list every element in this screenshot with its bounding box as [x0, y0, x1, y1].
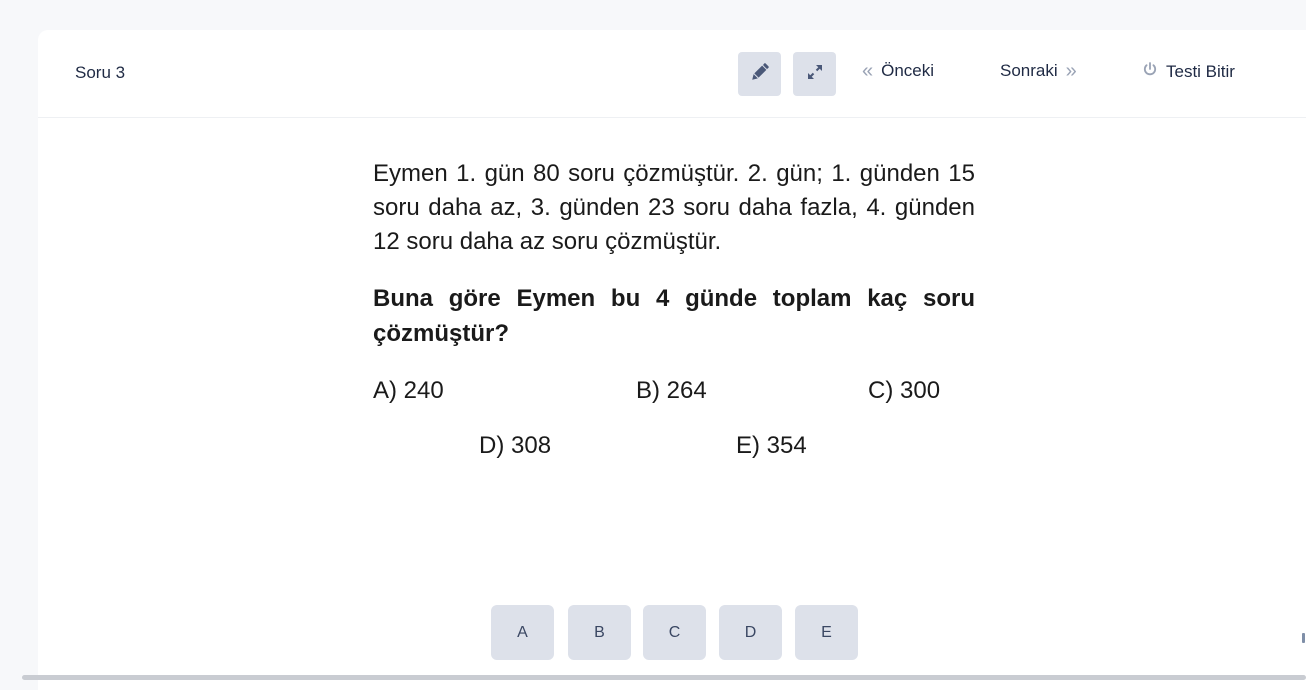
answer-button-e[interactable]: E: [795, 605, 858, 660]
option-b: B) 264: [636, 377, 707, 404]
answer-button-d[interactable]: D: [719, 605, 782, 660]
question-card: Soru 3 « Önceki Sonraki » Testi Bitir: [38, 30, 1306, 690]
question-prompt: Buna göre Eymen bu 4 günde toplam kaç so…: [373, 285, 975, 347]
question-header: Soru 3 « Önceki Sonraki » Testi Bitir: [38, 30, 1306, 118]
finish-test-label: Testi Bitir: [1166, 61, 1235, 81]
answer-button-c[interactable]: C: [643, 605, 706, 660]
finish-test-button[interactable]: Testi Bitir: [1142, 61, 1235, 82]
previous-label: Önceki: [881, 61, 935, 80]
pencil-button[interactable]: [738, 52, 781, 96]
option-c: C) 300: [868, 377, 941, 404]
horizontal-scrollbar[interactable]: [22, 675, 1306, 680]
double-chevron-left-icon: «: [862, 60, 874, 82]
question-text: Eymen 1. gün 80 soru çözmüştür. 2. gün; …: [373, 160, 975, 255]
expand-icon: [805, 62, 825, 87]
option-e: E) 354: [736, 432, 807, 459]
option-a: A) 240: [373, 377, 444, 404]
question-title: Soru 3: [75, 63, 126, 82]
answer-button-a[interactable]: A: [491, 605, 554, 660]
next-label: Sonraki: [1000, 61, 1058, 80]
pencil-icon: [748, 60, 772, 89]
option-d: D) 308: [479, 432, 552, 459]
previous-button[interactable]: « Önceki: [862, 61, 934, 81]
question-body: Eymen 1. gün 80 soru çözmüştür. 2. gün; …: [373, 157, 975, 351]
edge-indicator: [1302, 633, 1305, 643]
power-icon: [1142, 61, 1158, 82]
double-chevron-right-icon: »: [1065, 60, 1077, 82]
next-button[interactable]: Sonraki »: [1000, 61, 1077, 81]
answer-button-b[interactable]: B: [568, 605, 631, 660]
expand-button[interactable]: [793, 52, 836, 96]
